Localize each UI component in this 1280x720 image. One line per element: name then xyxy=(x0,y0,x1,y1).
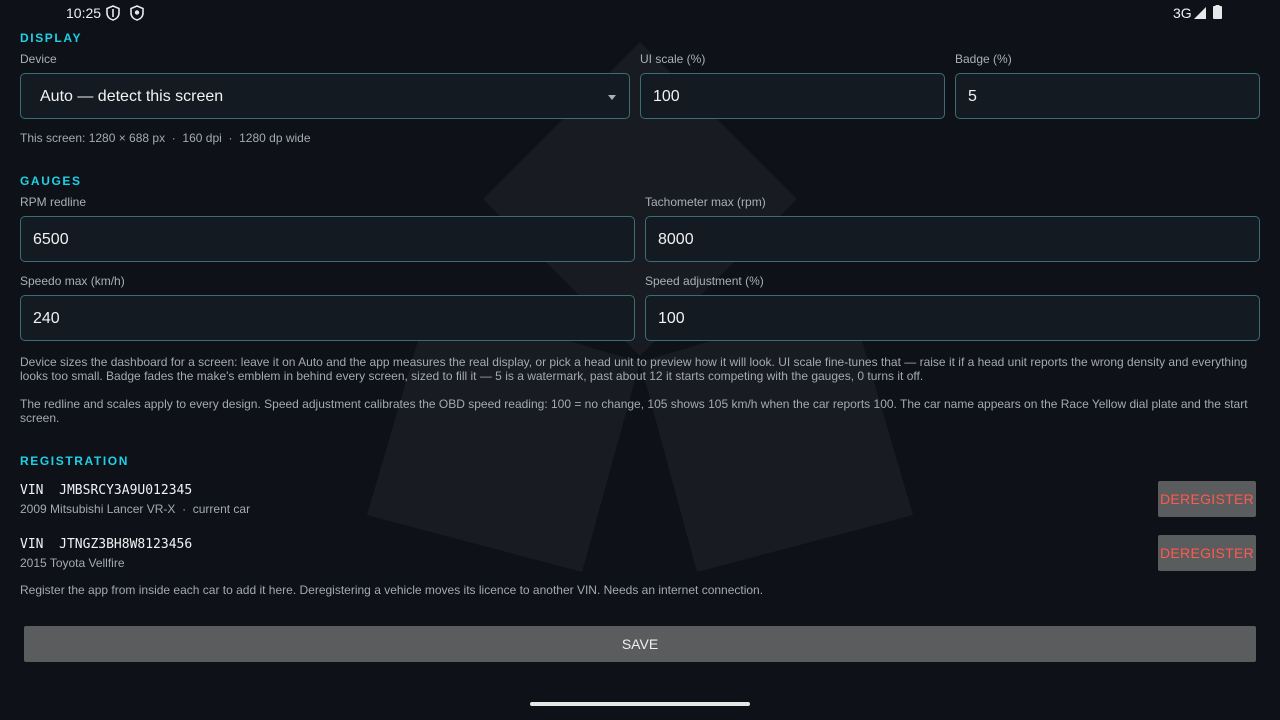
registration-note: Register the app from inside each car to… xyxy=(20,583,764,597)
speed-adjustment-input[interactable]: 100 xyxy=(645,295,1260,341)
tach-max-input[interactable]: 8000 xyxy=(645,216,1260,262)
tach-max-label: Tachometer max (rpm) xyxy=(645,195,766,209)
battery-icon xyxy=(1213,5,1222,19)
vpn-icon xyxy=(130,5,144,21)
speed-adjustment-label: Speed adjustment (%) xyxy=(645,274,764,288)
settings-screen: DISPLAY Device Auto — detect this screen… xyxy=(0,0,1280,720)
rpm-redline-input[interactable]: 6500 xyxy=(20,216,635,262)
chevron-down-icon xyxy=(608,95,616,100)
gauges-help-text: The redline and scales apply to every de… xyxy=(20,397,1248,425)
shield-icon xyxy=(106,5,120,21)
network-type: 3G xyxy=(1173,5,1192,21)
badge-input[interactable]: 5 xyxy=(955,73,1260,119)
status-time: 10:25 xyxy=(66,5,102,21)
section-title-registration: REGISTRATION xyxy=(20,454,129,468)
deregister-button[interactable]: DEREGISTER xyxy=(1158,481,1256,517)
ui-scale-input[interactable]: 100 xyxy=(640,73,945,119)
vehicle-vin: VIN JMBSRCY3A9U012345 xyxy=(20,483,193,498)
device-label: Device xyxy=(20,52,57,66)
device-dropdown[interactable]: Auto — detect this screen xyxy=(20,73,630,119)
speedo-max-input[interactable]: 240 xyxy=(20,295,635,341)
section-title-display: DISPLAY xyxy=(20,31,83,45)
vehicle-description: 2015 Toyota Vellfire xyxy=(20,556,125,570)
speedo-max-label: Speedo max (km/h) xyxy=(20,274,125,288)
display-help-text: Device sizes the dashboard for a screen:… xyxy=(20,355,1248,383)
screen-info: This screen: 1280 × 688 px · 160 dpi · 1… xyxy=(20,131,311,145)
save-button[interactable]: SAVE xyxy=(24,626,1256,662)
status-bar: 10:25 3G xyxy=(0,0,1280,26)
signal-icon xyxy=(1194,7,1206,19)
ui-scale-label: UI scale (%) xyxy=(640,52,706,66)
vehicle-vin: VIN JTNGZ3BH8W8123456 xyxy=(20,537,193,552)
badge-label: Badge (%) xyxy=(955,52,1012,66)
vehicle-description: 2009 Mitsubishi Lancer VR-X · current ca… xyxy=(20,502,251,516)
rpm-redline-label: RPM redline xyxy=(20,195,87,209)
section-title-gauges: GAUGES xyxy=(20,174,82,188)
deregister-button[interactable]: DEREGISTER xyxy=(1158,535,1256,571)
device-dropdown-value: Auto — detect this screen xyxy=(40,88,224,105)
